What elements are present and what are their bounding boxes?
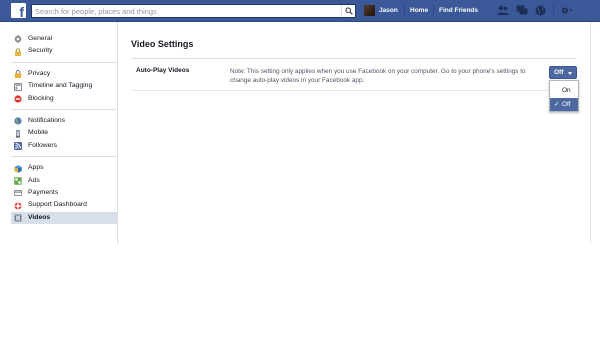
timeline-icon: [14, 82, 22, 91]
sidebar-item-followers[interactable]: Followers: [11, 140, 117, 152]
globe-icon: [14, 117, 22, 125]
sidebar-item-blocking[interactable]: Blocking: [11, 93, 117, 105]
sidebar-item-label: Followers: [28, 141, 58, 149]
gear-icon: [14, 35, 22, 44]
search-button[interactable]: [341, 5, 355, 17]
search-box: [31, 4, 356, 18]
caret-down-icon: [568, 72, 572, 75]
dropdown-option-on[interactable]: On: [550, 84, 578, 97]
divider: [553, 5, 554, 16]
sidebar-item-mobile[interactable]: Mobile: [11, 127, 117, 139]
sidebar-item-apps[interactable]: Apps: [11, 162, 117, 174]
sidebar-item-label: Mobile: [28, 129, 49, 137]
sidebar-item-label: General: [28, 35, 53, 42]
mobile-icon: [16, 130, 20, 138]
divider: [433, 5, 434, 16]
avatar[interactable]: [364, 5, 375, 16]
sidebar-item-label: Apps: [28, 164, 44, 172]
sidebar-item-support-dashboard[interactable]: Support Dashboard: [11, 199, 117, 211]
setting-note: Note: This setting only applies when you…: [230, 68, 526, 84]
profile-link[interactable]: Jason: [379, 7, 398, 14]
sidebar-item-timeline-and-tagging[interactable]: Timeline and Tagging: [11, 80, 117, 92]
divider: [131, 90, 577, 91]
divider: [131, 58, 577, 59]
top-bar: f Jason Home Find Friends: [0, 0, 600, 22]
sidebar-item-label: Notifications: [28, 116, 66, 124]
sidebar-item-security[interactable]: Security: [11, 45, 117, 57]
dropdown-selected-value: Off: [554, 69, 564, 76]
search-icon: [345, 7, 353, 15]
nav-group-apps: Apps Ads Payments Support Dashboard Vide…: [11, 162, 117, 225]
cube-icon: [14, 164, 22, 173]
sidebar-item-label: Blocking: [28, 94, 54, 102]
sidebar-item-label: Ads: [28, 176, 40, 184]
sidebar-item-videos[interactable]: Videos: [11, 211, 117, 225]
payments-icon: [14, 190, 22, 197]
autoplay-dropdown-menu: On ✓ Off: [549, 80, 579, 112]
messages-icon[interactable]: [516, 5, 528, 18]
notifications-globe-icon[interactable]: [535, 5, 546, 18]
dropdown-option-off[interactable]: ✓ Off: [550, 98, 578, 111]
divider: [117, 22, 118, 244]
nav-group-notifications: Notifications Mobile Followers: [11, 115, 117, 158]
nav-group-account: General Security: [11, 33, 117, 63]
nav-group-privacy: Privacy Timeline and Tagging Blocking: [11, 68, 117, 110]
sidebar-item-privacy[interactable]: Privacy: [11, 68, 117, 80]
page-scrollbar[interactable]: [590, 22, 591, 244]
autoplay-dropdown-button[interactable]: Off: [549, 66, 577, 79]
film-icon: [14, 214, 22, 222]
sidebar-item-label: Payments: [28, 188, 59, 196]
option-label: On: [562, 87, 571, 94]
home-link[interactable]: Home: [410, 7, 428, 14]
sidebar-item-payments[interactable]: Payments: [11, 187, 117, 199]
page-title: Video Settings: [131, 39, 194, 49]
sidebar-item-general[interactable]: General: [11, 33, 117, 45]
ads-icon: [14, 177, 22, 185]
find-friends-link[interactable]: Find Friends: [439, 7, 478, 14]
sidebar-item-ads[interactable]: Ads: [11, 175, 117, 187]
option-label: Off: [562, 101, 571, 108]
lock-icon: [15, 48, 21, 56]
account-settings-icon[interactable]: [561, 5, 575, 18]
setting-label: Auto-Play Videos: [136, 67, 190, 74]
sidebar-item-label: Security: [28, 47, 53, 55]
divider: [404, 5, 405, 16]
blocking-icon: [14, 95, 22, 103]
friend-requests-icon[interactable]: [497, 5, 509, 18]
lifebuoy-icon: [14, 202, 22, 210]
sidebar-item-label: Support Dashboard: [28, 201, 87, 209]
sidebar-item-notifications[interactable]: Notifications: [11, 115, 117, 127]
search-input[interactable]: [35, 5, 335, 17]
privacy-lock-icon: [14, 70, 22, 79]
sidebar-item-label: Videos: [28, 213, 51, 221]
sidebar-item-label: Timeline and Tagging: [28, 82, 93, 90]
checkmark-icon: ✓: [554, 101, 560, 108]
sidebar-item-label: Privacy: [28, 69, 51, 77]
settings-sidebar: General Security Privacy Timeline and Ta…: [11, 33, 117, 225]
facebook-logo[interactable]: f: [11, 3, 26, 19]
rss-icon: [14, 142, 22, 151]
